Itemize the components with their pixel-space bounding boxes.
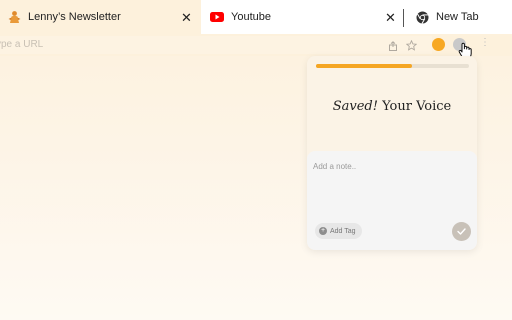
note-card: + Add Tag <box>307 151 477 250</box>
tab-youtube[interactable]: Youtube ✕ <box>201 0 403 34</box>
browser-menu-icon[interactable]: ⋮ <box>480 38 490 48</box>
checkmark-icon <box>457 228 466 235</box>
close-tab-icon[interactable]: ✕ <box>181 11 192 24</box>
tab-label: Youtube <box>231 11 271 23</box>
tab-lennys-newsletter[interactable]: Lenny’s Newsletter ✕ <box>0 0 201 34</box>
plus-icon: + <box>319 227 327 235</box>
address-bar-placeholder: ype a URL <box>0 39 44 50</box>
saved-title-rest: Your Voice <box>377 99 452 114</box>
add-tag-button[interactable]: + Add Tag <box>315 223 362 239</box>
tab-label: New Tab <box>436 11 479 23</box>
youtube-icon <box>210 10 224 24</box>
confirm-button[interactable] <box>452 222 471 241</box>
note-input[interactable] <box>313 156 463 176</box>
tab-strip: Lenny’s Newsletter ✕ Youtube ✕ New Tab <box>0 0 512 34</box>
saved-title-emphasis: Saved! <box>332 99 378 114</box>
save-progress-fill <box>316 64 413 68</box>
bookmark-star-icon[interactable] <box>405 39 418 54</box>
saved-title: Saved! Your Voice <box>307 99 477 114</box>
chrome-icon <box>415 10 429 24</box>
tab-label: Lenny’s Newsletter <box>28 11 121 23</box>
tab-new-tab[interactable]: New Tab <box>404 0 512 34</box>
save-progress-bar <box>316 64 469 68</box>
add-tag-label: Add Tag <box>330 227 356 235</box>
address-bar[interactable]: ype a URL <box>0 36 432 54</box>
share-icon[interactable] <box>388 41 398 54</box>
close-tab-icon[interactable]: ✕ <box>385 11 396 24</box>
extension-orange-icon[interactable] <box>432 38 445 51</box>
lenny-favicon-icon <box>7 10 21 24</box>
save-popup: Saved! Your Voice + Add Tag <box>307 56 477 250</box>
